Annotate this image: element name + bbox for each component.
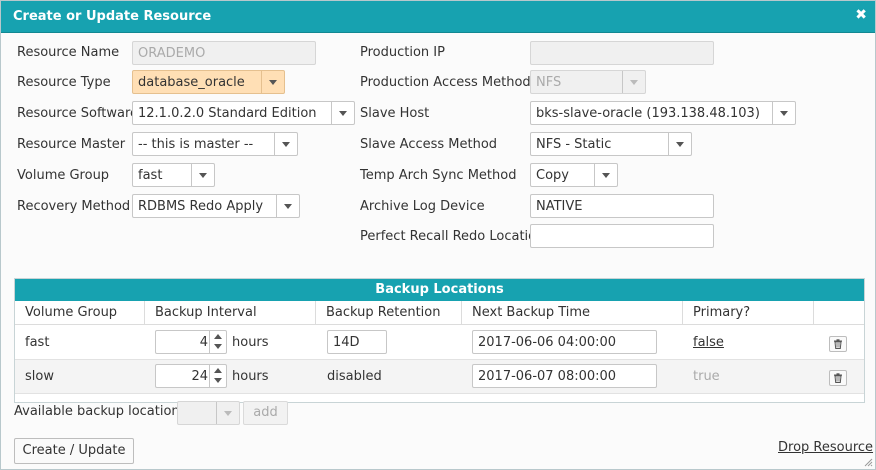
close-icon[interactable]: ✖ [855, 7, 867, 23]
resource-master-select[interactable]: -- this is master -- [132, 132, 298, 156]
volume-group-label: Volume Group [17, 168, 110, 183]
slave-host-value: bks-slave-oracle (193.138.48.103) [536, 106, 760, 121]
temp-arch-label: Temp Arch Sync Method [360, 168, 517, 183]
row-volume-group: fast [25, 335, 50, 350]
recovery-method-label: Recovery Method [17, 199, 131, 214]
col-backup-interval: Backup Interval [145, 301, 316, 325]
next-backup-time-value: 2017-06-07 08:00:00 [478, 369, 617, 384]
temp-arch-select[interactable]: Copy [530, 163, 618, 187]
col-primary: Primary? [683, 301, 814, 325]
chevron-down-icon[interactable] [261, 71, 284, 93]
row-volume-group: slow [25, 369, 54, 384]
dialog-titlebar[interactable]: Create or Update Resource ✖ [1, 1, 875, 33]
retention-input[interactable]: 14D [327, 330, 387, 354]
chevron-up-icon[interactable] [214, 368, 222, 373]
slave-host-select[interactable]: bks-slave-oracle (193.138.48.103) [530, 101, 796, 125]
resource-type-value: database_oracle [138, 75, 245, 90]
backup-locations-title: Backup Locations [15, 279, 864, 301]
resource-type-label: Resource Type [17, 75, 111, 90]
chevron-down-icon[interactable] [214, 378, 222, 383]
delete-button[interactable] [829, 336, 847, 352]
archive-log-value: NATIVE [536, 199, 583, 214]
chevron-down-icon[interactable] [772, 102, 795, 124]
next-backup-time-input[interactable]: 2017-06-06 04:00:00 [472, 330, 657, 354]
resource-software-value: 12.1.0.2.0 Standard Edition [138, 106, 317, 121]
chevron-down-icon[interactable] [214, 344, 222, 349]
resource-type-select[interactable]: database_oracle [132, 70, 285, 94]
production-access-label: Production Access Method [360, 75, 531, 90]
production-access-select[interactable]: NFS [530, 70, 646, 94]
retention-value: 14D [333, 335, 360, 350]
resource-master-label: Resource Master [17, 137, 126, 152]
interval-unit: hours [232, 369, 269, 384]
retention-value: disabled [327, 369, 382, 384]
available-locations-select[interactable] [177, 401, 240, 425]
slave-host-label: Slave Host [360, 106, 430, 121]
temp-arch-value: Copy [536, 168, 569, 183]
trash-icon [834, 373, 842, 383]
slave-access-select[interactable]: NFS - Static [530, 132, 692, 156]
primary-toggle-link[interactable]: false [693, 335, 724, 350]
resource-name-label: Resource Name [17, 45, 120, 60]
stepper-buttons[interactable] [209, 331, 226, 353]
archive-log-label: Archive Log Device [360, 199, 485, 214]
resource-software-select[interactable]: 12.1.0.2.0 Standard Edition [132, 101, 355, 125]
next-backup-time-value: 2017-06-06 04:00:00 [478, 335, 617, 350]
drop-resource-link[interactable]: Drop Resource [778, 440, 873, 455]
col-actions [814, 301, 864, 325]
interval-stepper[interactable]: 24 [155, 364, 227, 388]
col-backup-retention: Backup Retention [316, 301, 462, 325]
interval-value: 4 [199, 335, 208, 350]
chevron-down-icon[interactable] [668, 133, 691, 155]
production-access-value: NFS [536, 75, 562, 90]
primary-value: true [693, 369, 720, 384]
resource-name-value: ORADEMO [138, 46, 206, 61]
chevron-down-icon[interactable] [274, 133, 297, 155]
table-row: slow 24 hours disabled 2017-06-07 08:00:… [15, 360, 864, 394]
slave-access-label: Slave Access Method [360, 137, 498, 152]
add-location-button[interactable]: add [243, 401, 288, 425]
chevron-down-icon[interactable] [594, 164, 617, 186]
interval-stepper[interactable]: 4 [155, 330, 227, 354]
chevron-down-icon[interactable] [191, 164, 214, 186]
interval-value: 24 [191, 369, 208, 384]
archive-log-input[interactable]: NATIVE [530, 194, 714, 218]
resource-master-value: -- this is master -- [138, 137, 254, 152]
production-ip-label: Production IP [360, 45, 445, 60]
recovery-method-value: RDBMS Redo Apply [138, 199, 264, 214]
interval-unit: hours [232, 335, 269, 350]
resource-name-input[interactable]: ORADEMO [132, 41, 316, 65]
chevron-down-icon[interactable] [276, 195, 299, 217]
volume-group-value: fast [138, 168, 163, 183]
col-next-backup-time: Next Backup Time [462, 301, 683, 325]
slave-access-value: NFS - Static [536, 137, 612, 152]
stepper-buttons[interactable] [209, 365, 226, 387]
perfect-recall-label: Perfect Recall Redo Location [360, 229, 545, 244]
resource-software-label: Resource Software [17, 106, 139, 121]
trash-icon [834, 339, 842, 349]
perfect-recall-input[interactable] [530, 224, 714, 248]
production-ip-input[interactable] [530, 41, 714, 65]
next-backup-time-input[interactable]: 2017-06-07 08:00:00 [472, 364, 657, 388]
create-update-button[interactable]: Create / Update [14, 438, 134, 464]
resize-handle-icon[interactable] [863, 457, 873, 467]
available-locations-label: Available backup locations: [14, 404, 191, 419]
backup-locations-table: Backup Locations Volume Group Backup Int… [14, 278, 865, 403]
chevron-up-icon[interactable] [214, 334, 222, 339]
delete-button[interactable] [829, 370, 847, 386]
recovery-method-select[interactable]: RDBMS Redo Apply [132, 194, 300, 218]
chevron-down-icon [216, 402, 239, 424]
chevron-down-icon [622, 71, 645, 93]
volume-group-select[interactable]: fast [132, 163, 215, 187]
dialog-title: Create or Update Resource [13, 9, 212, 24]
resource-dialog: Create or Update Resource ✖ Resource Nam… [0, 0, 876, 470]
col-volume-group: Volume Group [15, 301, 145, 325]
chevron-down-icon[interactable] [331, 102, 354, 124]
table-row: fast 4 hours 14D 2017-06-06 04:00:00 fal… [15, 326, 864, 360]
